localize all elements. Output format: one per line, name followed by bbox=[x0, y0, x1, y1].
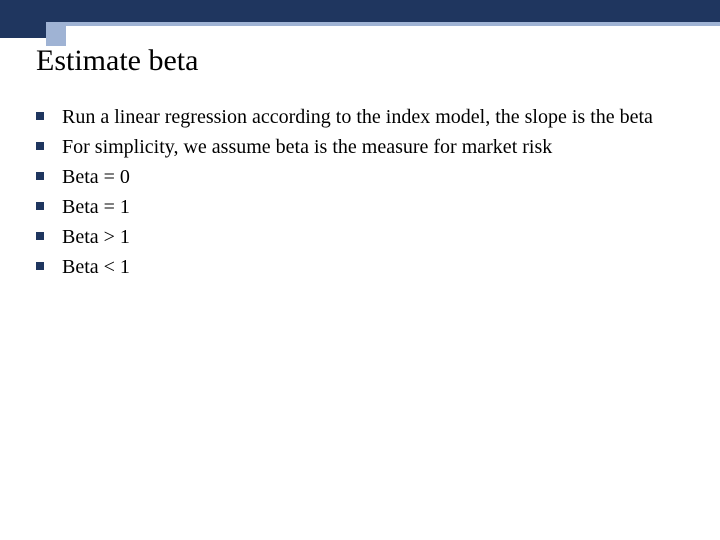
bullet-text: Beta = 1 bbox=[62, 194, 130, 220]
header-dark-bar bbox=[0, 0, 720, 22]
bullet-text: Beta = 0 bbox=[62, 164, 130, 190]
header-decoration bbox=[0, 0, 720, 40]
list-item: Beta > 1 bbox=[36, 224, 686, 250]
bullet-text: Beta < 1 bbox=[62, 254, 130, 280]
bullet-icon bbox=[36, 112, 44, 120]
header-light-block bbox=[46, 26, 66, 46]
bullet-icon bbox=[36, 202, 44, 210]
list-item: Beta = 1 bbox=[36, 194, 686, 220]
list-item: Run a linear regression according to the… bbox=[36, 104, 686, 130]
bullet-icon bbox=[36, 172, 44, 180]
bullet-text: Beta > 1 bbox=[62, 224, 130, 250]
header-dark-block bbox=[0, 0, 46, 38]
bullet-text: For simplicity, we assume beta is the me… bbox=[62, 134, 552, 160]
bullet-icon bbox=[36, 232, 44, 240]
slide-title: Estimate beta bbox=[36, 44, 198, 78]
bullet-icon bbox=[36, 262, 44, 270]
header-light-strip bbox=[0, 22, 720, 26]
bullet-icon bbox=[36, 142, 44, 150]
list-item: Beta < 1 bbox=[36, 254, 686, 280]
content-area: Run a linear regression according to the… bbox=[36, 104, 686, 284]
bullet-text: Run a linear regression according to the… bbox=[62, 104, 653, 130]
list-item: For simplicity, we assume beta is the me… bbox=[36, 134, 686, 160]
list-item: Beta = 0 bbox=[36, 164, 686, 190]
